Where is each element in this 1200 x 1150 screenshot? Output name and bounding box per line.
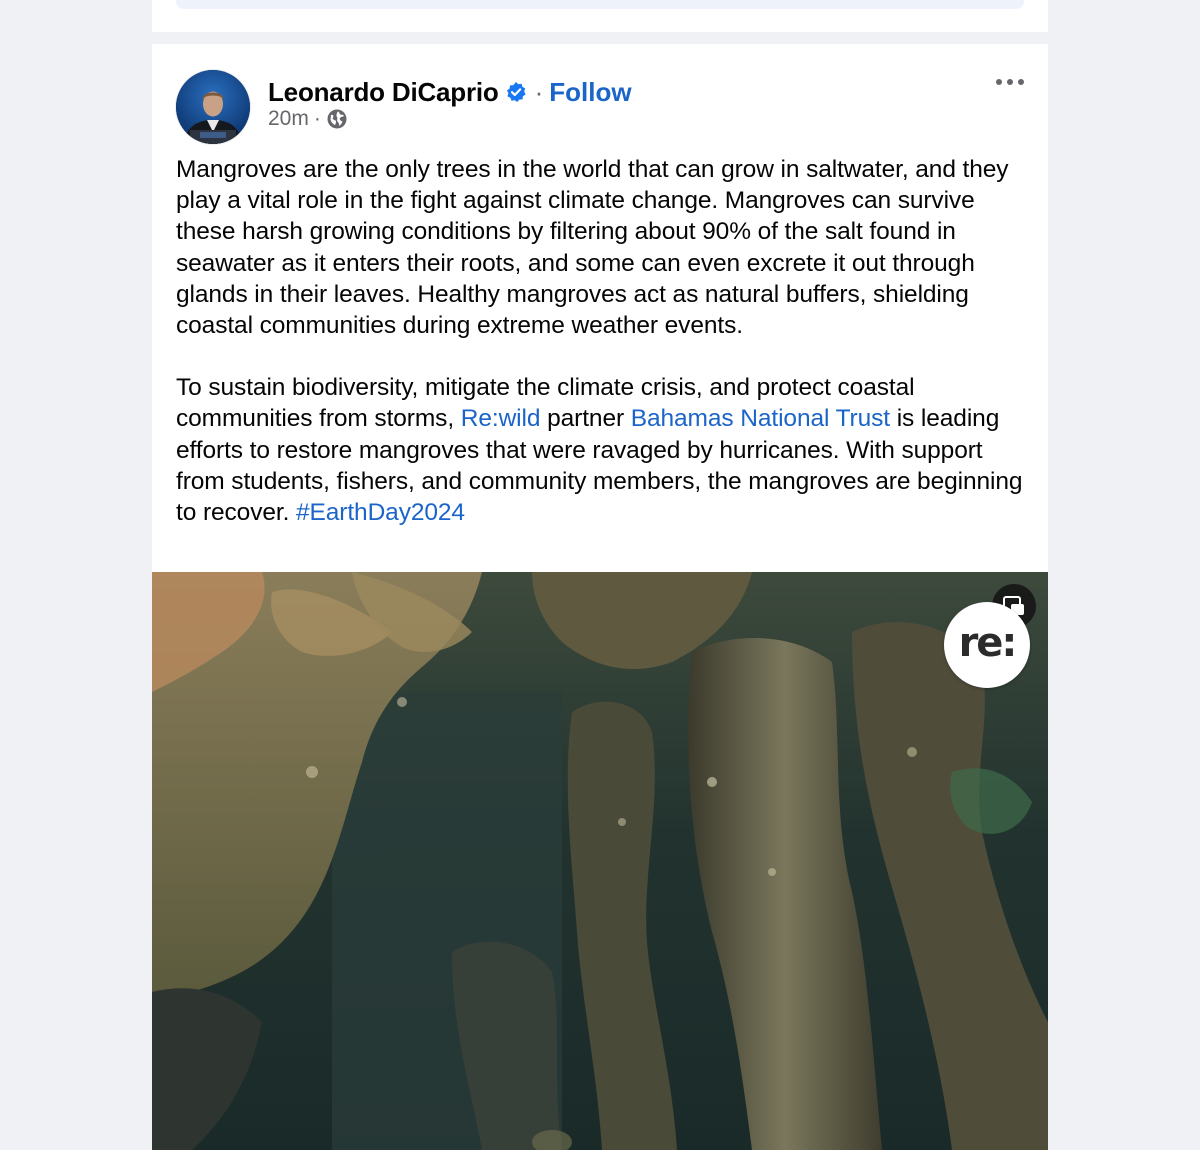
more-horizontal-icon <box>1018 79 1024 85</box>
more-horizontal-icon <box>996 79 1002 85</box>
post-card: Leonardo DiCaprio · Follow 20m · Mangrov… <box>152 44 1048 1150</box>
post-paragraph: To sustain biodiversity, mitigate the cl… <box>176 372 1026 528</box>
post-text-segment: partner <box>540 405 631 433</box>
more-options-button[interactable] <box>996 72 1024 92</box>
previous-post-card <box>152 0 1048 32</box>
globe-icon[interactable] <box>326 108 348 130</box>
meta-separator: · <box>313 107 321 130</box>
mangrove-video-frame <box>152 572 1048 1150</box>
post-meta: 20m · <box>268 104 348 134</box>
post-video[interactable]: re: <box>152 572 1048 1150</box>
rewild-logo: re: <box>944 602 1030 688</box>
author-avatar[interactable] <box>176 70 250 144</box>
hashtag-link[interactable]: #EarthDay2024 <box>296 499 465 526</box>
rewild-link[interactable]: Re:wild <box>461 405 541 432</box>
post-text: Mangroves are the only trees in the worl… <box>176 154 1026 528</box>
post-timestamp[interactable]: 20m <box>268 107 309 131</box>
verified-badge-icon <box>505 81 527 103</box>
follow-button[interactable]: Follow <box>549 77 631 108</box>
post-paragraph: Mangroves are the only trees in the worl… <box>176 156 1009 340</box>
rewild-logo-text: re: <box>958 620 1018 666</box>
separator-dot: · <box>534 76 544 107</box>
author-name[interactable]: Leonardo DiCaprio <box>268 77 499 108</box>
previous-post-footer <box>176 0 1024 9</box>
bahamas-national-trust-link[interactable]: Bahamas National Trust <box>631 405 890 432</box>
more-horizontal-icon <box>1007 79 1013 85</box>
